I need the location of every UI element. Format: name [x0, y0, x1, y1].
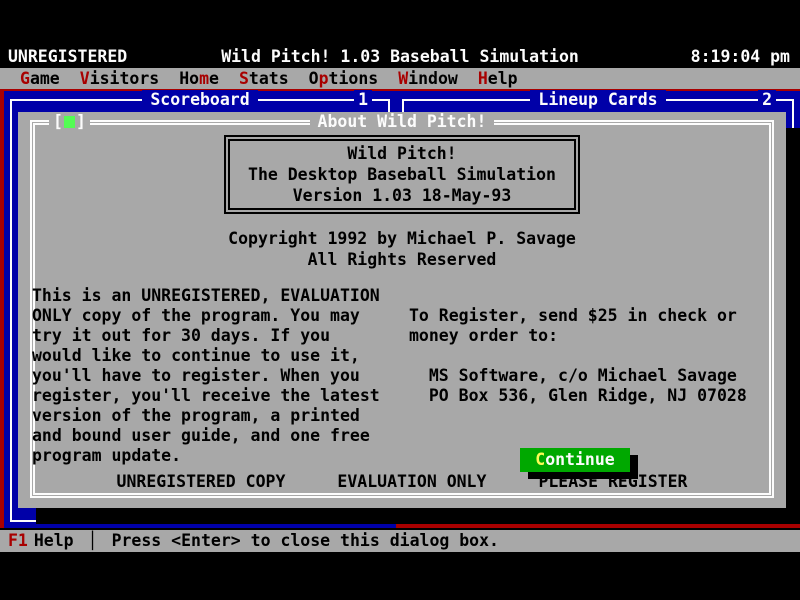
menu-home[interactable]: Home: [169, 69, 229, 89]
status-bar: F1 Help │ Press <Enter> to close this di…: [0, 530, 800, 552]
status-message: Press <Enter> to close this dialog box.: [112, 531, 499, 551]
scoreboard-window-title: Scoreboard: [12, 90, 388, 110]
f1-help-label[interactable]: Help: [34, 531, 88, 551]
app-screen: { "titlebar": { "left": "UNREGISTERED", …: [0, 0, 800, 600]
lineup-cards-window-number[interactable]: 2: [758, 90, 776, 110]
dialog-content: Wild Pitch! The Desktop Baseball Simulat…: [18, 125, 786, 466]
app-title: Wild Pitch! 1.03 Baseball Simulation: [0, 47, 800, 67]
menu-stats[interactable]: Stats: [229, 69, 299, 89]
continue-button[interactable]: Continue: [520, 448, 630, 472]
scoreboard-window-number[interactable]: 1: [354, 90, 372, 110]
evaluation-notice-text: This is an UNREGISTERED, EVALUATION ONLY…: [18, 286, 403, 466]
app-title-bar: UNREGISTERED Wild Pitch! 1.03 Baseball S…: [0, 46, 800, 68]
menu-help[interactable]: Help: [468, 69, 528, 89]
menu-options[interactable]: Options: [299, 69, 389, 89]
clock: 8:19:04 pm: [691, 47, 790, 67]
version-info-box: Wild Pitch! The Desktop Baseball Simulat…: [224, 135, 580, 214]
menu-window[interactable]: Window: [388, 69, 468, 89]
dialog-body: This is an UNREGISTERED, EVALUATION ONLY…: [18, 286, 786, 466]
footer-evaluation-only: EVALUATION ONLY: [329, 472, 494, 492]
menu-visitors[interactable]: Visitors: [70, 69, 169, 89]
registration-address-text: To Register, send $25 in check or money …: [403, 306, 786, 466]
lineup-cards-window-title: Lineup Cards: [404, 90, 792, 110]
about-dialog: About Wild Pitch! [] UNREGISTERED COPY E…: [18, 112, 786, 508]
status-separator: │: [88, 531, 112, 551]
menu-game[interactable]: Game: [10, 69, 70, 89]
footer-unregistered-copy: UNREGISTERED COPY: [109, 472, 294, 492]
copyright-text: Copyright 1992 by Michael P. Savage All …: [18, 228, 786, 270]
dialog-footer-banner: UNREGISTERED COPY EVALUATION ONLY PLEASE…: [35, 472, 769, 492]
f1-help-key[interactable]: F1: [8, 531, 34, 551]
menu-bar: Game Visitors Home Stats Options Window …: [0, 68, 800, 89]
